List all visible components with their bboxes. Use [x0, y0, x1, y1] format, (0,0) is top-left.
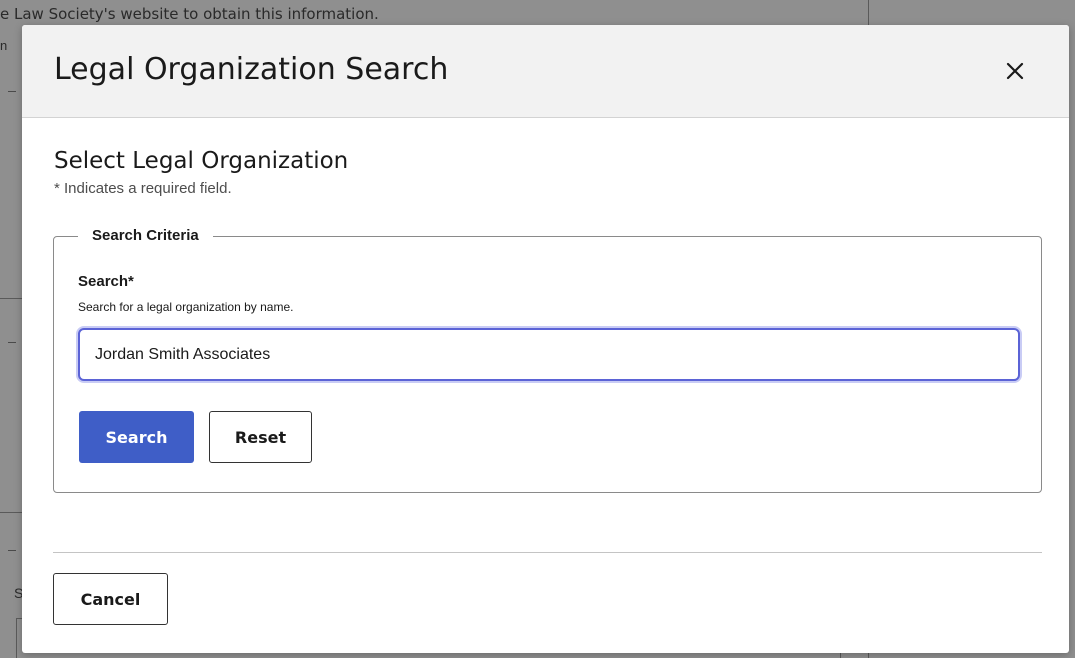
- footer-divider: [53, 552, 1042, 553]
- background-divider: [868, 0, 869, 25]
- background-rule: [0, 512, 22, 513]
- background-divider: [868, 653, 869, 658]
- background-dash: [8, 550, 16, 551]
- background-text: e Law Society's website to obtain this i…: [0, 5, 379, 23]
- section-title: Select Legal Organization: [54, 148, 349, 174]
- modal-title: Legal Organization Search: [54, 52, 449, 87]
- background-dash: [8, 342, 16, 343]
- close-icon: [1006, 62, 1024, 80]
- search-input[interactable]: [78, 328, 1020, 381]
- background-rule: [0, 298, 22, 299]
- required-field-note: * Indicates a required field.: [54, 180, 232, 197]
- search-button[interactable]: Search: [79, 411, 194, 463]
- search-label: Search*: [78, 273, 134, 290]
- close-button[interactable]: [999, 55, 1031, 87]
- modal-header: Legal Organization Search: [22, 25, 1069, 118]
- cancel-button[interactable]: Cancel: [53, 573, 168, 625]
- background-fragment: n: [0, 38, 8, 53]
- search-criteria-fieldset: Search Criteria Search* Search for a leg…: [53, 227, 1042, 493]
- background-dash: [8, 91, 16, 92]
- reset-button[interactable]: Reset: [209, 411, 312, 463]
- fieldset-legend: Search Criteria: [78, 227, 213, 244]
- search-hint: Search for a legal organization by name.: [78, 300, 294, 314]
- legal-organization-search-modal: Legal Organization Search Select Legal O…: [22, 25, 1069, 653]
- background-divider: [840, 653, 841, 658]
